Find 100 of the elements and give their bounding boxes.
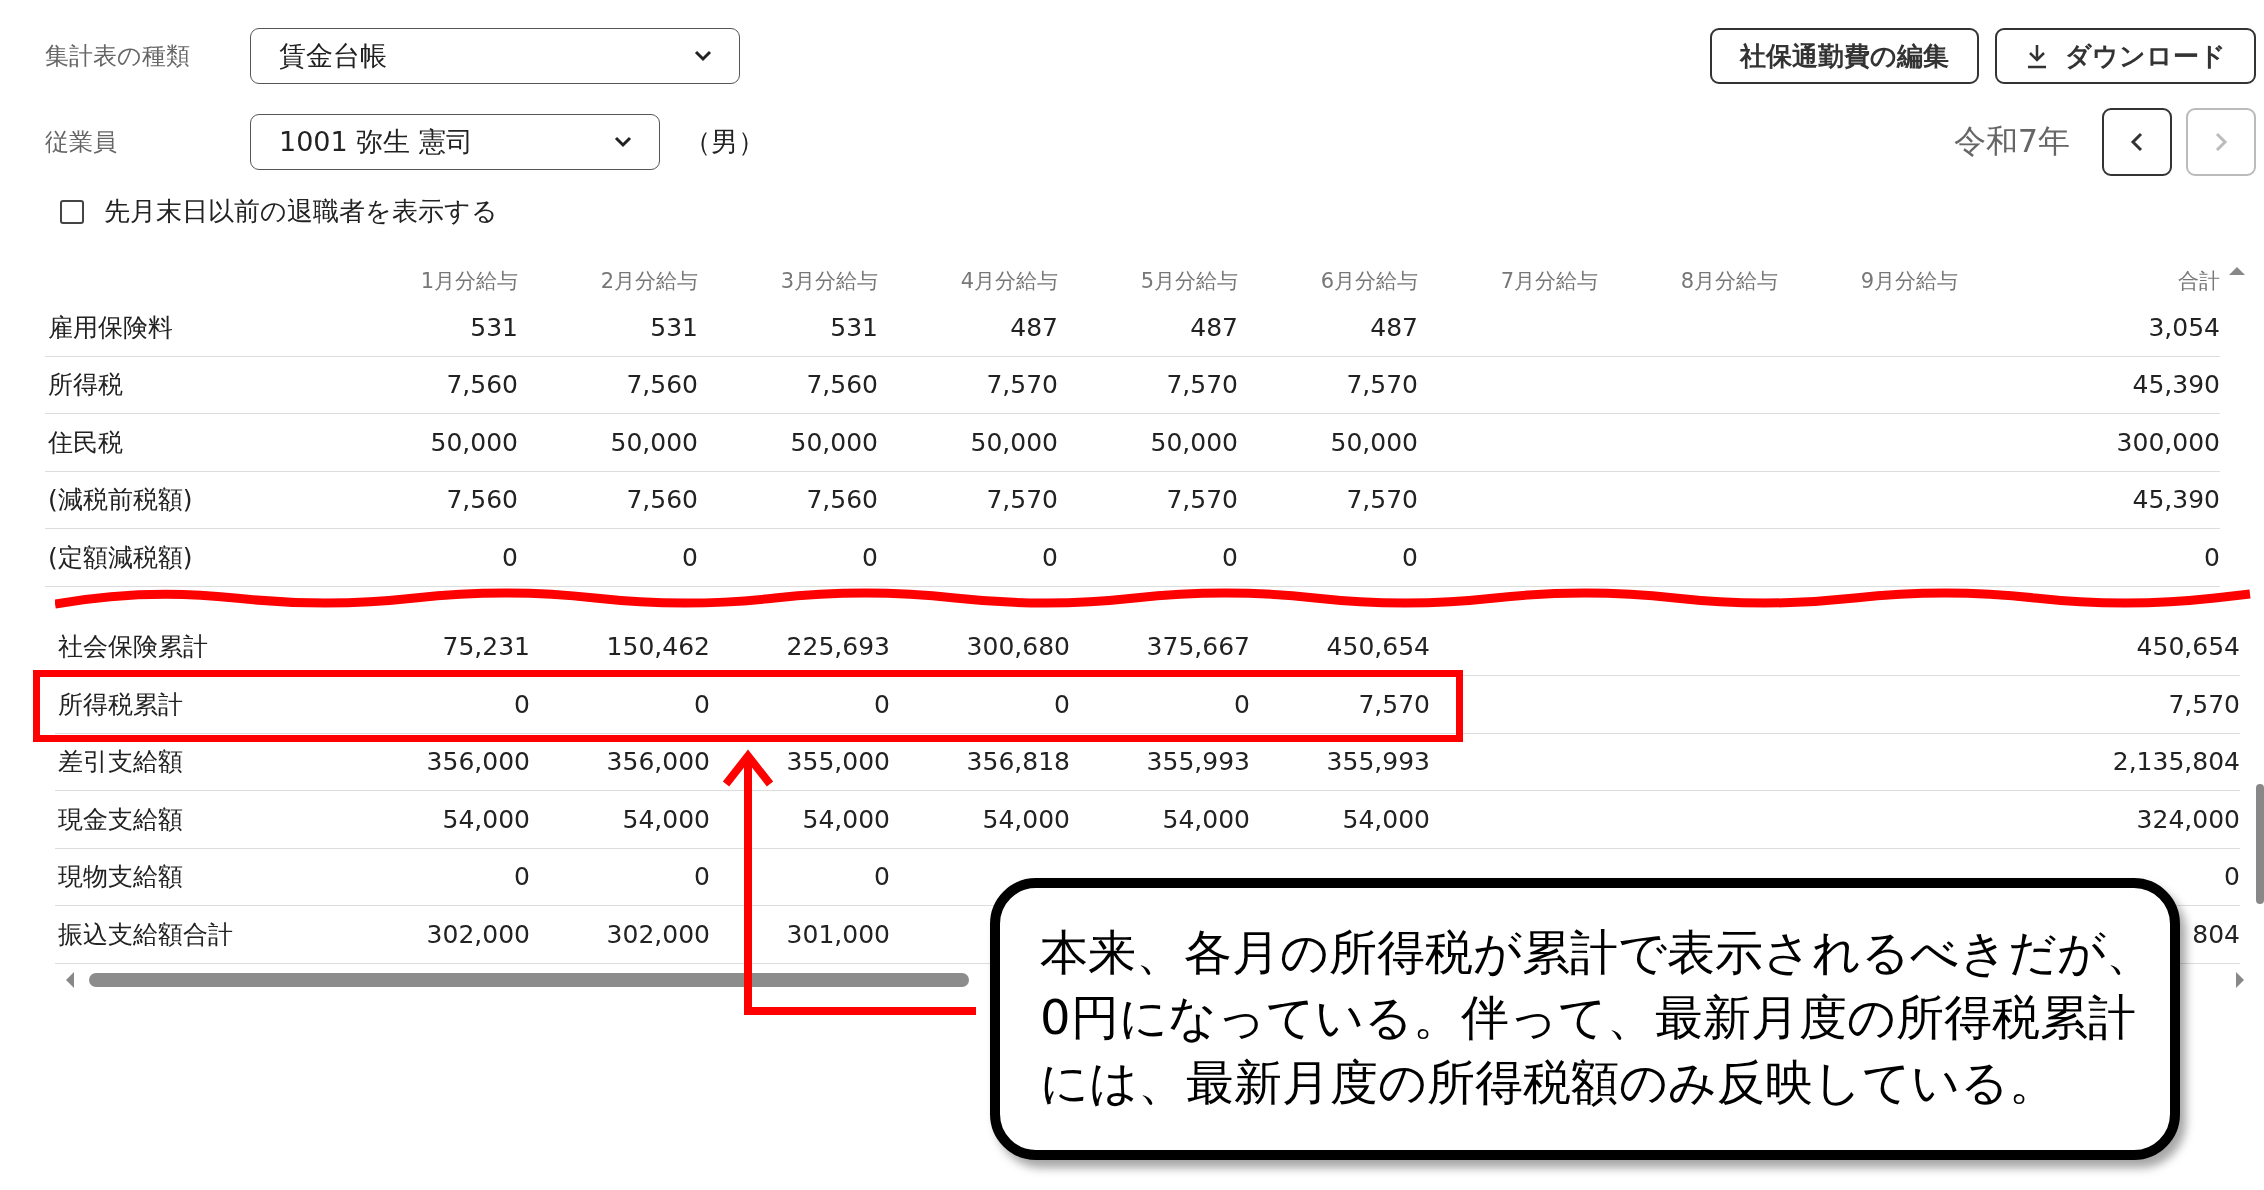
row-label: 現物支給額: [55, 848, 350, 906]
previous-button[interactable]: [2102, 108, 2172, 176]
column-header: 合計: [2177, 268, 2220, 295]
table-cell: 0: [2224, 862, 2240, 892]
row-label: (減税前税額): [45, 471, 338, 529]
table-cell: 54,000: [802, 804, 890, 834]
table-cell: 531: [650, 312, 698, 342]
table-cell: 2,135,804: [2112, 747, 2240, 777]
table-cell: 302,000: [606, 919, 710, 949]
table-cell: 45,390: [2132, 485, 2220, 515]
table-cell: 0: [874, 862, 890, 892]
download-button[interactable]: ダウンロード: [1995, 28, 2256, 84]
table-cell: 300,680: [966, 632, 1070, 662]
table-cell: 355,993: [1326, 747, 1430, 777]
table-cell: 0: [694, 862, 710, 892]
checkbox-label: 先月末日以前の退職者を表示する: [104, 195, 498, 228]
row-label: (定額減税額): [45, 529, 338, 587]
table-cell: 50,000: [610, 427, 698, 457]
field-label: 従業員: [45, 127, 118, 158]
field-label: 集計表の種類: [45, 41, 191, 72]
table-cell: 301,000: [786, 919, 890, 949]
row-label: 差引支給額: [55, 733, 350, 791]
table-cell: 54,000: [1162, 804, 1250, 834]
table-cell: 356,000: [606, 747, 710, 777]
column-header: 1月分給与: [419, 268, 518, 295]
table-cell: 225,693: [786, 632, 890, 662]
table-cell: 0: [502, 542, 518, 572]
table-cell: 7,560: [806, 370, 878, 400]
table-cell: 0: [514, 689, 530, 719]
row-label: 所得税累計: [55, 676, 350, 734]
chevron-down-icon: [613, 136, 633, 148]
table-cell: 0: [862, 542, 878, 572]
table-cell: 50,000: [970, 427, 1058, 457]
row-label: 現金支給額: [55, 791, 350, 849]
column-header: 2月分給与: [599, 268, 698, 295]
scroll-right-icon: [2235, 970, 2245, 989]
row-label: 社会保険累計: [55, 618, 350, 676]
column-header: 6月分給与: [1319, 268, 1418, 295]
table-cell: 54,000: [1342, 804, 1430, 834]
column-header: 4月分給与: [959, 268, 1058, 295]
table-cell: 375,667: [1146, 632, 1250, 662]
table-cell: 487: [1010, 312, 1058, 342]
chevron-right-icon: [2214, 131, 2228, 153]
callout-text: 本来、各月の所得税が累計で表示されるべきだが、 0円になっている。伴って、最新月度の所得税累計 には、最新月度の所得税額のみ反映している。: [990, 878, 2180, 1160]
column-header: 7月分給与: [1499, 268, 1598, 295]
table-cell: 0: [1054, 689, 1070, 719]
table-cell: 487: [1190, 312, 1238, 342]
table-cell: 7,570: [2168, 689, 2240, 719]
table-cell: 300,000: [2116, 427, 2220, 457]
table-cell: 450,654: [2136, 632, 2240, 662]
row-label: 住民税: [45, 414, 338, 472]
table-cell: 7,560: [806, 485, 878, 515]
table-cell: 45,390: [2132, 370, 2220, 400]
table-cell: 0: [2204, 542, 2220, 572]
table-cell: 0: [1042, 542, 1058, 572]
table-cell: 54,000: [442, 804, 530, 834]
table-cell: 355,000: [786, 747, 890, 777]
table-cell: 150,462: [606, 632, 710, 662]
table-cell: 0: [694, 689, 710, 719]
table-cell: 7,560: [446, 485, 518, 515]
scroll-left-icon: [65, 970, 75, 989]
table-cell: 75,231: [442, 632, 530, 662]
table-cell: 7,560: [446, 370, 518, 400]
scrollbar-thumb[interactable]: [89, 972, 969, 987]
report-type-select[interactable]: 賃金台帳: [250, 28, 740, 84]
table-cell: 50,000: [1150, 427, 1238, 457]
column-header: 5月分給与: [1139, 268, 1238, 295]
row-label: 振込支給額合計: [55, 906, 350, 964]
table-cell: 0: [1402, 542, 1418, 572]
table-cell: 50,000: [790, 427, 878, 457]
table-cell: 54,000: [982, 804, 1070, 834]
table-cell: 50,000: [1330, 427, 1418, 457]
download-icon: [2025, 43, 2049, 69]
table-cell: 324,000: [2136, 804, 2240, 834]
table-cell: 3,054: [2148, 312, 2220, 342]
table-cell: 7,570: [1346, 485, 1418, 515]
table-cell: 7,570: [986, 485, 1058, 515]
employee-select[interactable]: 1001 弥生 憲司: [250, 114, 660, 170]
gender-text: （男）: [684, 125, 765, 159]
table-cell: 356,000: [426, 747, 530, 777]
table-cell: 487: [1370, 312, 1418, 342]
checkbox[interactable]: [60, 199, 84, 224]
table-cell: 356,818: [966, 747, 1070, 777]
column-header: 9月分給与: [1859, 268, 1958, 295]
table-cell: 0: [1234, 689, 1250, 719]
row-label: 所得税: [45, 356, 338, 414]
chevron-left-icon: [2130, 131, 2144, 153]
edit-button[interactable]: 社保通勤費の編集: [1710, 28, 1979, 84]
table-cell: 804: [2192, 919, 2240, 949]
scroll-up-icon: [2228, 266, 2246, 276]
table-cell: 450,654: [1326, 632, 1430, 662]
chevron-down-icon: [693, 50, 713, 62]
table-cell: 7,570: [1346, 370, 1418, 400]
table-cell: 7,560: [626, 370, 698, 400]
table-cell: 355,993: [1146, 747, 1250, 777]
table-cell: 0: [1222, 542, 1238, 572]
row-label: 雇用保険料: [45, 299, 338, 357]
scrollbar-thumb[interactable]: [2256, 783, 2264, 904]
column-header: 3月分給与: [779, 268, 878, 295]
table-cell: 531: [830, 312, 878, 342]
